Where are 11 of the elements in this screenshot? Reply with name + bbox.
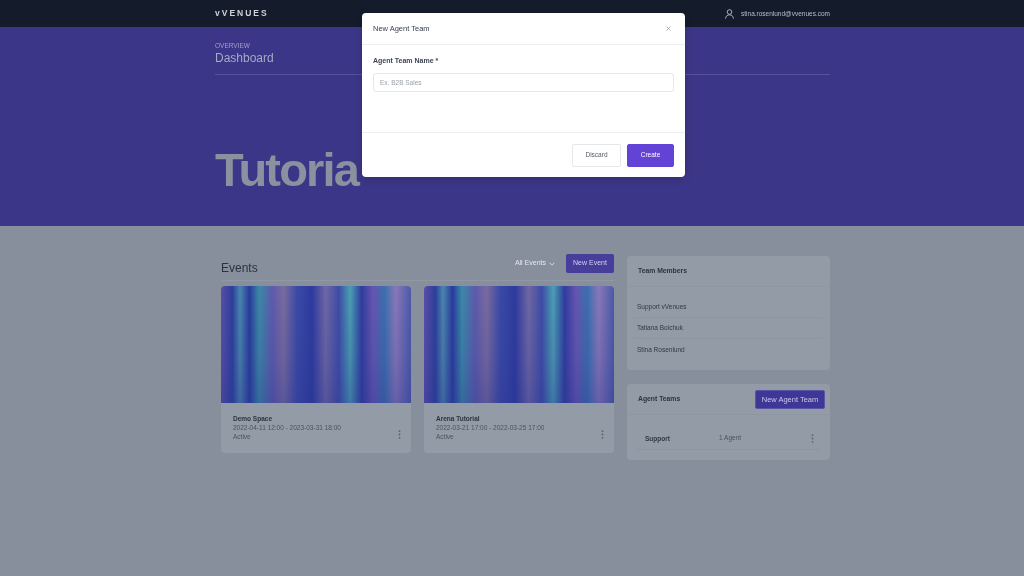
caret-icon [549,261,555,266]
more-options-icon[interactable] [811,434,814,443]
close-button[interactable] [664,24,673,33]
page-title: Dashboard [215,51,274,65]
user-icon[interactable] [725,8,734,19]
more-options-icon[interactable] [601,430,604,439]
more-options-icon[interactable] [398,430,401,439]
logo[interactable]: vVENUES [215,8,269,19]
hero-title: Tutoria [215,146,359,193]
close-icon [664,24,673,33]
section-title: Events [221,261,258,276]
